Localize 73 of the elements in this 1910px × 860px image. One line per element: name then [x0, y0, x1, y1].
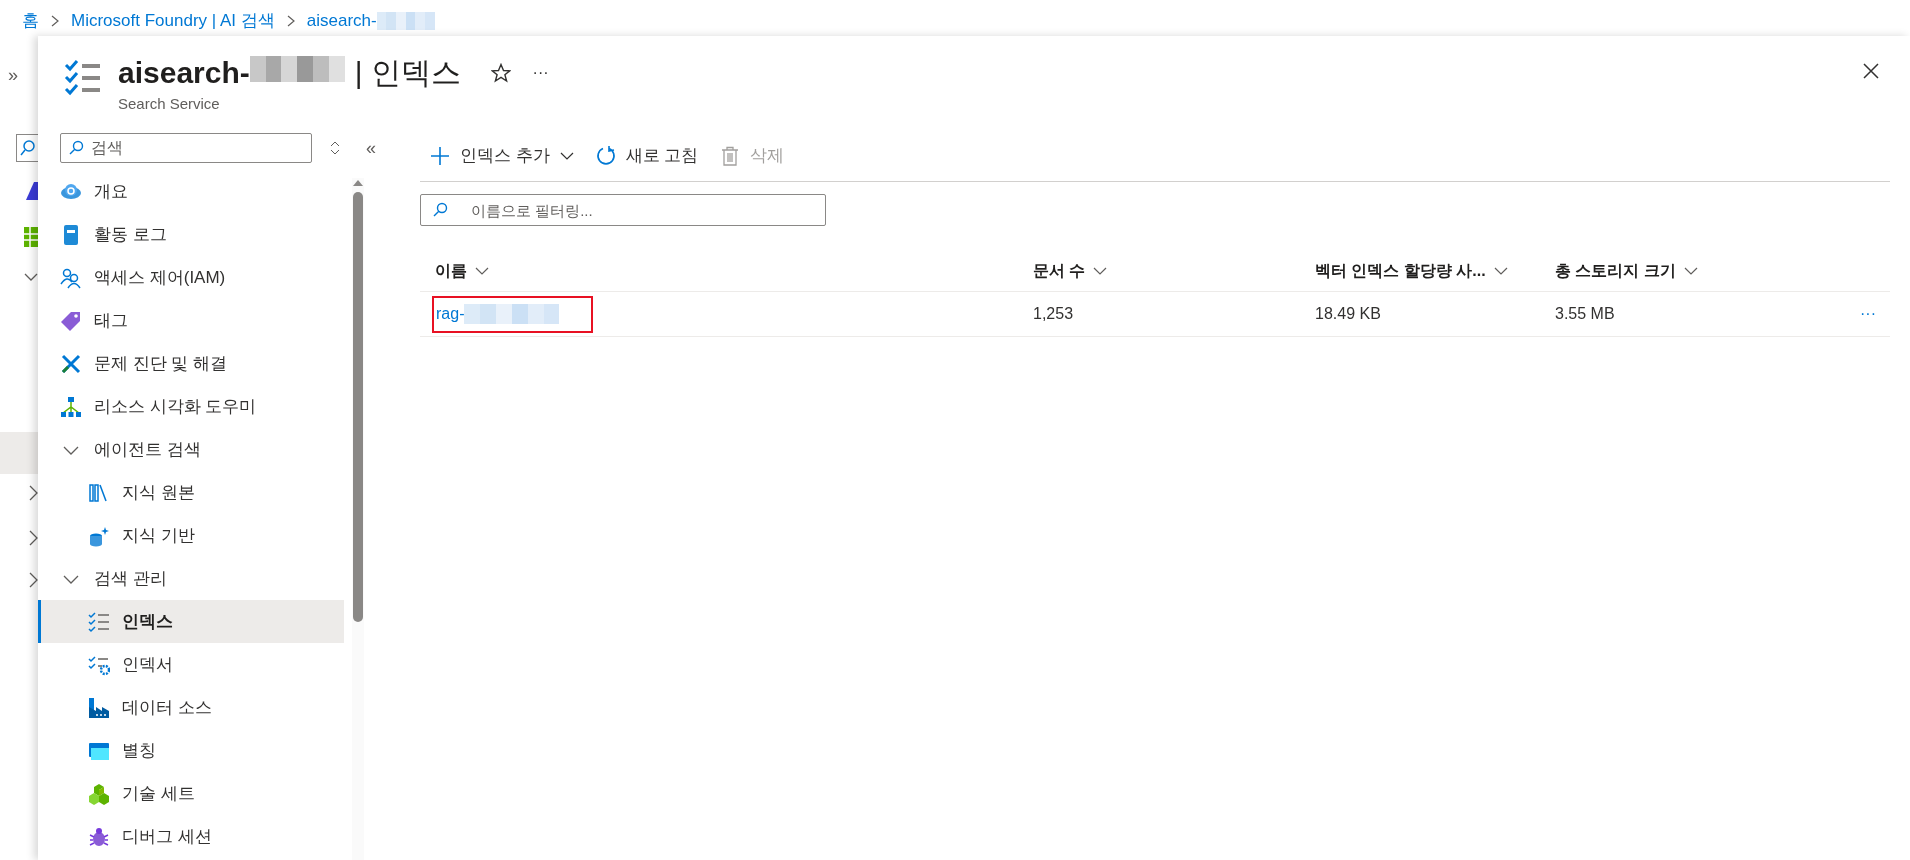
chevron-right-icon	[51, 15, 59, 27]
table-cell-text: 3.55 MB	[1554, 304, 1616, 324]
scroll-up-icon[interactable]	[353, 178, 363, 186]
chevron-down-icon	[475, 265, 489, 276]
more-button[interactable]: ···	[1860, 302, 1876, 326]
close-icon[interactable]	[1862, 62, 1880, 80]
toolbar-button[interactable]: 새로 고침	[595, 142, 699, 169]
tag-icon	[60, 309, 82, 332]
trash-icon	[720, 145, 741, 166]
column-header[interactable]: 총 스토리지 크기	[1540, 258, 1840, 283]
menu-item[interactable]: 검색 관리	[38, 557, 344, 600]
menu-item[interactable]: 인덱서	[38, 643, 344, 686]
chevron-down-icon[interactable]	[24, 272, 38, 282]
menu-item[interactable]: 별칭	[38, 729, 344, 772]
checklist-icon	[64, 60, 102, 96]
chevron-right-icon[interactable]	[28, 572, 38, 588]
search-field[interactable]: 검색	[60, 133, 312, 163]
expand-button[interactable]: »	[8, 66, 18, 84]
tools-icon	[60, 352, 82, 375]
resource-name: aisearch-	[118, 54, 250, 91]
breadcrumb-link[interactable]: aisearch-	[306, 8, 377, 34]
title-separator: |	[354, 55, 363, 91]
hierarchy-icon	[60, 395, 82, 418]
menu-item[interactable]: 기술 세트	[38, 772, 344, 815]
menu-item-highlight	[0, 432, 38, 474]
menu-item[interactable]: 활동 로그	[38, 213, 344, 256]
menu-item[interactable]: 리소스 시각화 도우미	[38, 385, 344, 428]
chevron-down-icon	[1493, 265, 1508, 276]
menu-item[interactable]: 태그	[38, 299, 344, 342]
cubes-icon	[88, 782, 110, 805]
bug-icon	[88, 825, 110, 848]
plus-icon	[430, 145, 450, 166]
menu-item[interactable]: 문제 진단 및 해결	[38, 342, 344, 385]
menu-item[interactable]: 디버그 세션	[38, 815, 344, 858]
menu-item[interactable]: 개요	[38, 170, 344, 213]
more-button[interactable]: ···	[532, 60, 549, 85]
checklist-gear-icon	[88, 653, 110, 676]
menu-item[interactable]: 액세스 제어(IAM)	[38, 256, 344, 299]
collapse-button[interactable]: «	[366, 139, 376, 157]
column-header[interactable]: 문서 수	[1018, 258, 1300, 283]
checklist-icon	[88, 610, 110, 633]
factory-icon	[88, 696, 110, 719]
column-header[interactable]: 이름	[420, 258, 1018, 283]
table-cell-text: 1,253	[1032, 304, 1075, 324]
refresh-icon	[595, 145, 616, 166]
table-cell-text: 18.49 KB	[1314, 304, 1382, 324]
menu-item[interactable]: 에이전트 검색	[38, 428, 344, 471]
column-header[interactable]: 벡터 인덱스 할당량 사...	[1300, 258, 1540, 283]
search-icon[interactable]	[16, 134, 38, 162]
scrollbar-thumb[interactable]	[353, 192, 363, 622]
index-link[interactable]: rag-	[436, 302, 465, 326]
page-title: 인덱스	[370, 55, 461, 91]
menu-item[interactable]: 인덱스	[38, 600, 344, 643]
search-icon	[68, 140, 84, 156]
grid-icon[interactable]	[24, 227, 38, 247]
chevron-down-icon	[1093, 265, 1108, 276]
chevron-down-icon	[1683, 265, 1698, 276]
search-icon	[432, 202, 448, 218]
resource-type: Search Service	[118, 95, 221, 113]
filter-field[interactable]: 이름으로 필터링...	[420, 194, 826, 226]
people-icon	[60, 266, 82, 289]
chevron-right-icon[interactable]	[28, 530, 38, 546]
chevron-right-icon[interactable]	[28, 485, 38, 501]
sort-icon[interactable]	[330, 141, 340, 155]
menu-item[interactable]: 지식 원본	[38, 471, 344, 514]
menu-item[interactable]: 지식 기반	[38, 514, 344, 557]
breadcrumb-link[interactable]: Microsoft Foundry | AI 검색	[71, 8, 275, 34]
menu-item[interactable]: 데이터 소스	[38, 686, 344, 729]
star-icon[interactable]	[490, 62, 511, 83]
toolbar-button[interactable]: 인덱스 추가	[430, 142, 574, 169]
breadcrumb-link[interactable]: 홈	[22, 8, 39, 34]
chevron-right-icon	[286, 15, 295, 27]
books-icon	[88, 481, 110, 504]
